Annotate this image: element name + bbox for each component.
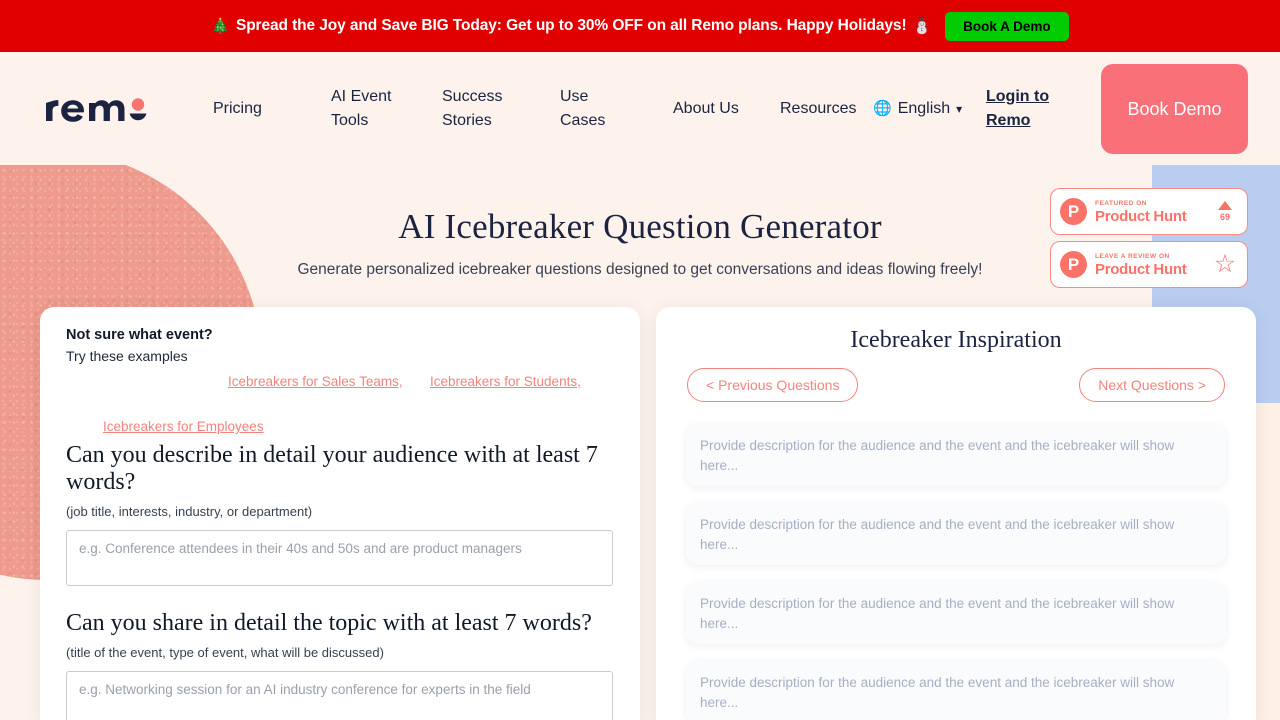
upvote-group: 69: [1212, 201, 1238, 222]
star-icon: ☆: [1213, 250, 1237, 278]
christmas-tree-icon: 🎄: [211, 17, 230, 35]
inspiration-card-text: Provide description for the audience and…: [700, 675, 1175, 710]
badge-name: Product Hunt: [1095, 260, 1187, 278]
nav-item-resources[interactable]: Resources: [780, 97, 856, 121]
example-link-students[interactable]: Icebreakers for Students,: [430, 374, 581, 389]
badge-name: Product Hunt: [1095, 207, 1187, 225]
promo-banner: 🎄 Spread the Joy and Save BIG Today: Get…: [0, 0, 1280, 52]
inspiration-pager: < Previous Questions Next Questions >: [686, 368, 1226, 402]
topic-input[interactable]: [66, 671, 613, 720]
product-hunt-review-badge[interactable]: P LEAVE A REVIEW ON Product Hunt ☆: [1050, 241, 1248, 288]
question-hint-audience: (job title, interests, industry, or depa…: [66, 504, 313, 519]
audience-input[interactable]: [66, 530, 613, 586]
product-hunt-icon: P: [1060, 251, 1087, 278]
example-links-row: Try these examples Icebreakers for Sales…: [66, 348, 614, 434]
question-block-topic: Can you share in detail the topic with a…: [66, 610, 614, 720]
product-hunt-featured-texts: FEATURED ON Product Hunt: [1095, 199, 1212, 225]
product-hunt-badges: P FEATURED ON Product Hunt 69 P LEAVE A …: [1050, 188, 1248, 294]
inspiration-card[interactable]: Provide description for the audience and…: [686, 424, 1226, 486]
book-demo-button[interactable]: Book Demo: [1101, 63, 1248, 154]
language-selector[interactable]: 🌐 English ▾: [873, 100, 962, 118]
example-link-employees[interactable]: Icebreakers for Employees: [103, 419, 264, 434]
nav-item-use-cases[interactable]: Use Cases: [560, 85, 622, 133]
inspiration-card-text: Provide description for the audience and…: [700, 517, 1175, 552]
page-root: 🎄 Spread the Joy and Save BIG Today: Get…: [0, 0, 1280, 720]
main-navigation: Pricing AI Event Tools Success Stories U…: [0, 52, 1280, 165]
star-group: ☆: [1212, 252, 1238, 277]
login-to-remo-link[interactable]: Login to Remo: [986, 85, 1061, 133]
question-title-audience: Can you describe in detail your audience…: [66, 442, 598, 495]
product-hunt-featured-badge[interactable]: P FEATURED ON Product Hunt 69: [1050, 188, 1248, 235]
inspiration-card-text: Provide description for the audience and…: [700, 438, 1175, 473]
inspiration-card-text: Provide description for the audience and…: [700, 596, 1175, 631]
inspiration-card[interactable]: Provide description for the audience and…: [686, 661, 1226, 720]
previous-questions-button[interactable]: < Previous Questions: [687, 368, 859, 402]
badge-kicker: LEAVE A REVIEW ON: [1095, 252, 1170, 260]
try-examples-label: Try these examples: [66, 348, 188, 364]
question-block-audience: Can you describe in detail your audience…: [66, 442, 614, 586]
question-title-topic: Can you share in detail the topic with a…: [66, 610, 592, 636]
example-link-sales-teams[interactable]: Icebreakers for Sales Teams,: [228, 374, 403, 389]
inspiration-card-list: Provide description for the audience and…: [686, 424, 1226, 720]
nav-item-about-us[interactable]: About Us: [673, 97, 739, 121]
remo-logo[interactable]: [42, 91, 147, 127]
product-hunt-icon: P: [1060, 198, 1087, 225]
globe-icon: 🌐: [873, 100, 892, 117]
promo-banner-text: 🎄 Spread the Joy and Save BIG Today: Get…: [211, 17, 931, 35]
language-label: English: [897, 99, 951, 117]
snowman-icon: ⛄: [912, 17, 932, 35]
nav-item-pricing[interactable]: Pricing: [213, 97, 262, 121]
next-questions-button[interactable]: Next Questions >: [1079, 368, 1225, 402]
inspiration-card[interactable]: Provide description for the audience and…: [686, 503, 1226, 565]
nav-item-ai-event-tools[interactable]: AI Event Tools: [331, 85, 403, 133]
product-hunt-review-texts: LEAVE A REVIEW ON Product Hunt: [1095, 252, 1212, 278]
nav-item-success-stories[interactable]: Success Stories: [442, 85, 514, 133]
inspiration-card[interactable]: Provide description for the audience and…: [686, 582, 1226, 644]
upvote-count: 69: [1219, 212, 1230, 222]
book-a-demo-button[interactable]: Book A Demo: [945, 11, 1069, 41]
question-hint-topic: (title of the event, type of event, what…: [66, 645, 384, 660]
not-sure-heading: Not sure what event?: [66, 327, 213, 343]
promo-message: Spread the Joy and Save BIG Today: Get u…: [235, 17, 907, 34]
chevron-down-icon: ▾: [956, 101, 963, 116]
icebreaker-inspiration-panel: Icebreaker Inspiration < Previous Questi…: [656, 307, 1256, 720]
icebreaker-form-panel: Not sure what event? Try these examples …: [40, 307, 640, 720]
upvote-arrow-icon: [1218, 201, 1232, 210]
remo-logo-icon: [46, 97, 147, 122]
inspiration-title: Icebreaker Inspiration: [850, 327, 1062, 353]
badge-kicker: FEATURED ON: [1095, 199, 1147, 207]
